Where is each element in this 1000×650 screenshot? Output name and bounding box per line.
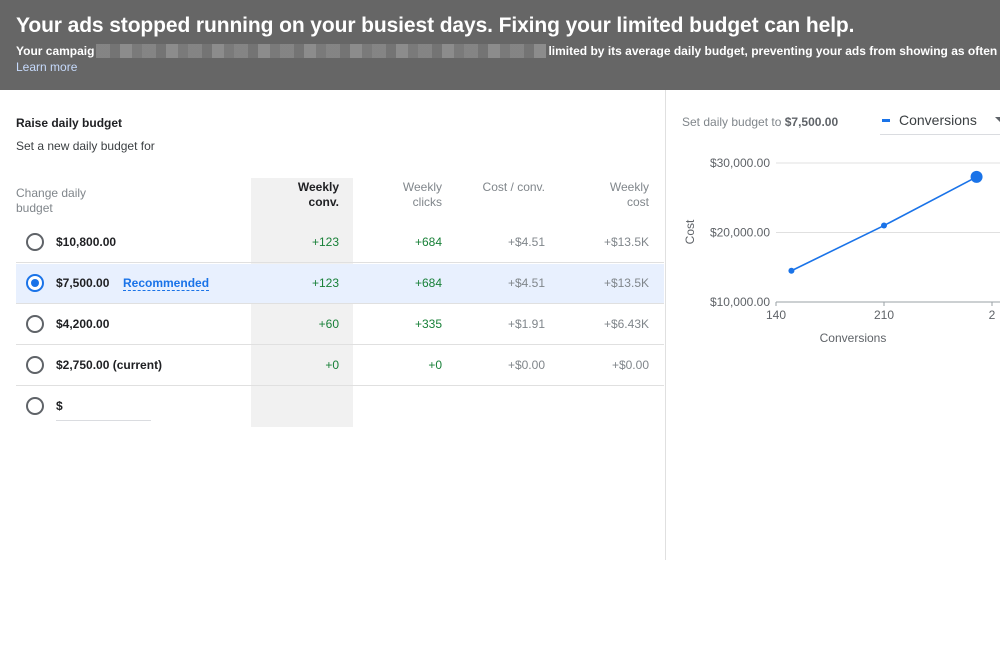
- budget-radio-selected[interactable]: [26, 274, 44, 292]
- banner-message: Your campaig limited by its average daily…: [16, 44, 1000, 58]
- banner-message-start: Your campaig: [16, 44, 95, 58]
- y-axis-label: Cost: [683, 219, 697, 244]
- budget-option-row-current[interactable]: $2,750.00 (current) +0 +0 +$0.00 +$0.00: [16, 346, 664, 386]
- x-tick-label: 140: [766, 308, 786, 322]
- budget-radio-custom[interactable]: [26, 397, 44, 415]
- header-weekly-clicks-line1: Weekly: [402, 180, 442, 194]
- x-axis-label: Conversions: [820, 331, 887, 345]
- cost-per-conv-value: +$4.51: [507, 235, 545, 249]
- selected-data-point: [970, 170, 983, 183]
- budget-option-row[interactable]: $10,800.00 +123 +684 +$4.51 +$13.5K: [16, 223, 664, 263]
- budget-option-label: $7,500.00: [56, 276, 110, 290]
- weekly-clicks-value: +335: [414, 317, 442, 331]
- header-weekly-clicks-line2: clicks: [412, 195, 442, 209]
- raise-budget-panel: Raise daily budget Set a new daily budge…: [0, 90, 665, 560]
- banner-message-end: limited by its average daily budget, pre…: [548, 44, 1000, 58]
- data-point: [788, 267, 795, 274]
- weekly-clicks-value: +684: [414, 276, 442, 290]
- budget-simulator-panel: Set daily budget to $7,500.00 Conversion…: [666, 90, 1000, 560]
- header-weekly-conv-line1: Weekly: [297, 180, 339, 194]
- budget-option-row-selected[interactable]: $7,500.00 Recommended +123 +684 +$4.51 +…: [16, 264, 664, 304]
- header-weekly-cost-line2: cost: [626, 195, 649, 209]
- weekly-conv-value: +60: [318, 317, 339, 331]
- raise-budget-title: Raise daily budget: [16, 116, 123, 130]
- y-tick-label: $10,000.00: [710, 295, 770, 309]
- budget-option-row[interactable]: $4,200.00 +60 +335 +$1.91 +$6.43K: [16, 305, 664, 345]
- header-weekly-cost-line1: Weekly: [609, 180, 649, 194]
- header-change-budget-line2: budget: [16, 201, 53, 215]
- weekly-conv-value: +123: [311, 276, 339, 290]
- budget-radio[interactable]: [26, 233, 44, 251]
- header-cost-per-conv-label: Cost / conv.: [482, 180, 545, 194]
- weekly-conv-value: +0: [325, 358, 339, 372]
- budget-option-label: $2,750.00 (current): [56, 358, 163, 372]
- budget-option-label: $4,200.00: [56, 317, 110, 331]
- cost-per-conv-value: +$1.91: [507, 317, 545, 331]
- header-change-budget: Change daily budget: [16, 186, 86, 216]
- custom-budget-input[interactable]: [56, 397, 151, 421]
- custom-budget-row[interactable]: $: [16, 387, 664, 427]
- budget-radio[interactable]: [26, 315, 44, 333]
- budget-chart: $10,000.00 $20,000.00 $30,000.00 140 210 2 Con…: [683, 156, 1000, 345]
- raise-budget-subtitle: Set a new daily budget for: [16, 139, 155, 153]
- header-weekly-conv-line2: conv.: [308, 195, 339, 209]
- cost-per-conv-value: +$4.51: [507, 276, 545, 290]
- budget-radio[interactable]: [26, 356, 44, 374]
- cost-per-conv-value: +$0.00: [507, 358, 545, 372]
- weekly-clicks-value: +684: [414, 235, 442, 249]
- x-tick-label: 210: [874, 308, 894, 322]
- recommended-badge[interactable]: Recommended: [123, 276, 210, 291]
- banner-title: Your ads stopped running on your busiest…: [16, 14, 855, 37]
- weekly-cost-value: +$6.43K: [603, 317, 649, 331]
- limited-budget-banner: Your ads stopped running on your busiest…: [0, 0, 1000, 90]
- data-point: [881, 222, 887, 229]
- weekly-cost-value: +$0.00: [611, 358, 649, 372]
- budget-option-label: $10,800.00: [56, 235, 117, 249]
- header-change-budget-line1: Change daily: [16, 186, 87, 200]
- weekly-clicks-value: +0: [428, 358, 442, 372]
- weekly-cost-value: +$13.5K: [603, 235, 649, 249]
- redacted-campaign-name: [96, 44, 547, 58]
- y-tick-label: $30,000.00: [710, 156, 770, 170]
- learn-more-link[interactable]: Learn more: [16, 60, 77, 74]
- x-tick-label: 2: [989, 308, 996, 322]
- weekly-cost-value: +$13.5K: [603, 276, 649, 290]
- y-tick-label: $20,000.00: [710, 226, 770, 240]
- weekly-conv-value: +123: [311, 235, 339, 249]
